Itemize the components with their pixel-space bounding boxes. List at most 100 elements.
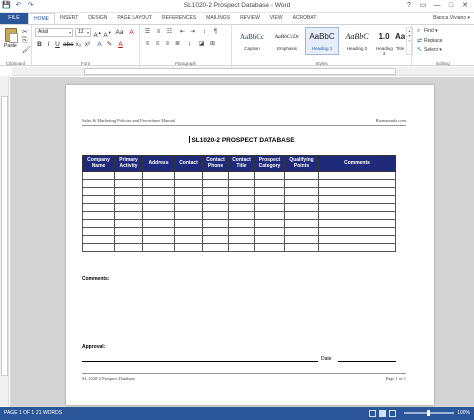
table-cell[interactable] [174,187,203,196]
change-case-icon[interactable]: Aa [115,28,124,37]
table-cell[interactable] [254,219,285,228]
column-header[interactable]: Prospect Category [254,155,285,172]
replace-button[interactable]: ⇄ Replace [417,37,442,44]
table-cell[interactable] [202,243,229,252]
web-layout-icon[interactable] [389,410,396,417]
table-cell[interactable] [254,235,285,244]
table-cell[interactable] [228,227,255,236]
tab-review[interactable]: REVIEW [235,13,265,24]
document-title[interactable]: SL1020-2 PROSPECT DATABASE [66,136,418,144]
table-cell[interactable] [284,227,319,236]
multilevel-list-icon[interactable]: ☷ [165,28,174,37]
table-cell[interactable] [142,235,175,244]
table-cell[interactable] [174,235,203,244]
table-cell[interactable] [254,211,285,220]
table-cell[interactable] [284,243,319,252]
table-cell[interactable] [142,219,175,228]
table-cell[interactable] [228,187,255,196]
column-header[interactable]: Contact [174,155,203,172]
paste-icon[interactable] [5,28,18,43]
table-cell[interactable] [318,243,396,252]
table-cell[interactable] [82,187,115,196]
table-cell[interactable] [254,203,285,212]
table-cell[interactable] [82,219,115,228]
table-cell[interactable] [318,235,396,244]
table-cell[interactable] [82,235,115,244]
italic-icon[interactable]: I [44,40,53,49]
table-cell[interactable] [318,227,396,236]
table-cell[interactable] [318,171,396,180]
font-size-field[interactable]: 12 ▾ [75,28,91,37]
table-cell[interactable] [254,179,285,188]
table-cell[interactable] [254,187,285,196]
table-cell[interactable] [114,219,143,228]
table-cell[interactable] [284,235,319,244]
prospect-table[interactable]: Company Name Primary Activity Address Co… [82,155,396,252]
table-cell[interactable] [114,211,143,220]
table-cell[interactable] [228,219,255,228]
font-name-field[interactable]: Arial ▾ [35,28,73,37]
table-cell[interactable] [174,203,203,212]
style-title[interactable]: AaB Title [394,27,406,55]
table-cell[interactable] [202,211,229,220]
tab-design[interactable]: DESIGN [83,13,112,24]
increase-indent-icon[interactable]: ⇥ [188,28,197,37]
table-cell[interactable] [114,187,143,196]
tab-view[interactable]: VIEW [265,13,288,24]
ribbon-display-button[interactable]: ▭ [416,0,430,12]
bold-icon[interactable]: B [35,40,44,49]
column-header[interactable]: Qualifying Points [284,155,319,172]
table-cell[interactable] [228,203,255,212]
table-cell[interactable] [114,203,143,212]
table-cell[interactable] [142,227,175,236]
table-cell[interactable] [202,195,229,204]
subscript-icon[interactable]: x₂ [74,40,83,49]
table-cell[interactable] [142,179,175,188]
minimize-button[interactable]: — [430,0,444,12]
cut-icon[interactable]: ✂ [22,28,28,36]
table-cell[interactable] [228,171,255,180]
page-count[interactable]: PAGE 1 OF 1 [4,407,34,420]
table-cell[interactable] [202,171,229,180]
document-area[interactable]: Sales & Marketing Policies and Procedure… [10,77,474,407]
table-cell[interactable] [228,243,255,252]
decrease-indent-icon[interactable]: ⇤ [178,28,187,37]
table-cell[interactable] [228,195,255,204]
table-cell[interactable] [82,243,115,252]
table-cell[interactable] [142,243,175,252]
font-color-icon[interactable]: A [116,40,125,49]
tab-insert[interactable]: INSERT [55,13,83,24]
print-layout-icon[interactable] [379,410,386,417]
table-cell[interactable] [114,235,143,244]
bullets-icon[interactable]: ☰ [143,28,152,37]
table-cell[interactable] [284,203,319,212]
table-cell[interactable] [174,211,203,220]
text-effects-icon[interactable]: A [95,40,104,49]
table-cell[interactable] [318,195,396,204]
borders-icon[interactable]: ⊞ [208,40,217,49]
align-right-icon[interactable]: ≡ [163,40,172,49]
find-button[interactable]: ⌕ Find ▾ [417,28,438,35]
table-cell[interactable] [114,243,143,252]
table-cell[interactable] [82,203,115,212]
style-heading-2[interactable]: AaBbC Heading 2 [340,27,374,55]
table-cell[interactable] [142,171,175,180]
numbering-icon[interactable]: ≡ [154,28,163,37]
table-cell[interactable] [202,227,229,236]
table-cell[interactable] [284,179,319,188]
justify-icon[interactable]: ≣ [173,40,182,49]
help-button[interactable]: ? [402,0,416,12]
table-cell[interactable] [82,171,115,180]
table-cell[interactable] [254,227,285,236]
table-cell[interactable] [82,179,115,188]
table-cell[interactable] [228,235,255,244]
table-cell[interactable] [318,187,396,196]
format-painter-icon[interactable]: 🖌 [22,46,31,54]
document-page[interactable]: Sales & Marketing Policies and Procedure… [66,85,434,405]
table-cell[interactable] [174,219,203,228]
close-button[interactable]: ✕ [458,0,472,12]
table-cell[interactable] [82,195,115,204]
table-cell[interactable] [254,243,285,252]
table-cell[interactable] [142,187,175,196]
user-account[interactable]: Bianca Viviano ▾ [433,13,470,24]
